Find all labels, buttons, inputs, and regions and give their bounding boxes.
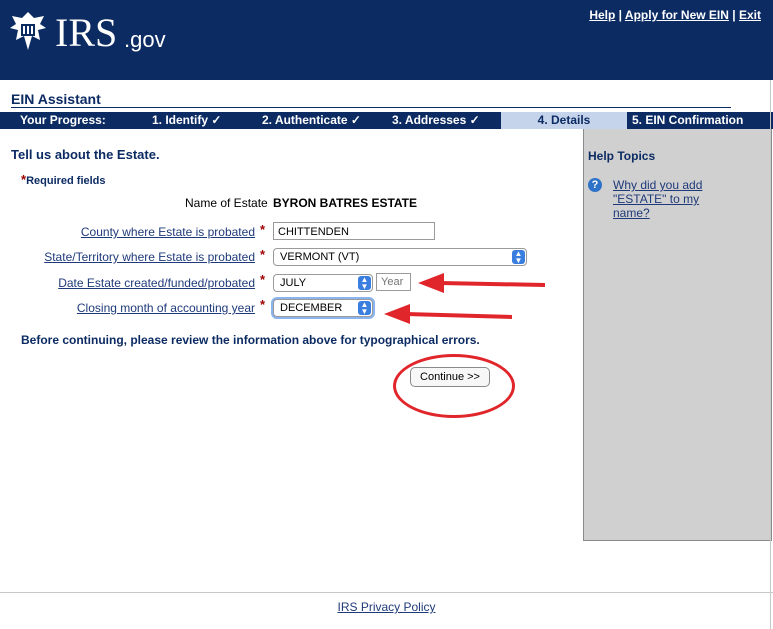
step-label: 1. Identify <box>152 113 209 127</box>
exit-link[interactable]: Exit <box>739 8 761 22</box>
closing-month-select-value: DECEMBER <box>280 302 343 314</box>
date-label-link[interactable]: Date Estate created/funded/probated <box>58 276 255 290</box>
month-select-value: JULY <box>280 277 307 289</box>
help-estate-link[interactable]: Why did you add "ESTATE" to my name? <box>613 178 733 220</box>
state-select-value: VERMONT (VT) <box>280 251 360 263</box>
progress-label: Your Progress: <box>20 113 106 127</box>
page-heading: Tell us about the Estate. <box>11 147 160 162</box>
select-arrows-icon: ▲ ▼ <box>358 301 371 316</box>
estate-name-label: Name of Estate <box>185 196 268 210</box>
apply-new-ein-link[interactable]: Apply for New EIN <box>625 8 729 22</box>
logo-irs-text: IRS <box>55 10 118 55</box>
progress-step-addresses: 3. Addresses ✓ <box>392 112 480 129</box>
closing-month-label-link[interactable]: Closing month of accounting year <box>77 301 255 315</box>
step-label: 2. Authenticate <box>262 113 348 127</box>
progress-step-authenticate: 2. Authenticate ✓ <box>262 112 361 129</box>
estate-name-value: BYRON BATRES ESTATE <box>273 196 418 210</box>
help-question-icon: ? <box>588 178 602 192</box>
continue-button[interactable]: Continue >> <box>410 367 490 387</box>
checkmark-icon: ✓ <box>350 113 361 127</box>
state-label-link[interactable]: State/Territory where Estate is probated <box>44 250 255 264</box>
county-label-link[interactable]: County where Estate is probated <box>81 225 255 239</box>
logo-gov-text: .gov <box>124 27 166 52</box>
required-star: * <box>260 247 266 262</box>
required-fields-text: Required fields <box>26 175 106 187</box>
required-star: * <box>260 297 266 312</box>
required-fields-note: *Required fields <box>21 172 106 187</box>
select-arrows-icon: ▲ ▼ <box>512 250 525 265</box>
progress-step-identify: 1. Identify ✓ <box>152 112 221 129</box>
required-star: * <box>260 222 266 237</box>
help-topics-title: Help Topics <box>588 149 656 163</box>
footer-divider <box>0 592 773 593</box>
help-link[interactable]: Help <box>589 8 615 22</box>
step-label: 3. Addresses <box>392 113 467 127</box>
select-arrows-icon: ▲ ▼ <box>358 276 371 291</box>
annotation-arrows-icon <box>384 273 546 324</box>
checkmark-icon: ✓ <box>211 113 222 127</box>
page-right-border <box>770 80 771 629</box>
month-select[interactable]: JULY ▲ ▼ <box>273 274 373 292</box>
privacy-policy-link[interactable]: IRS Privacy Policy <box>0 600 773 614</box>
app-title: EIN Assistant <box>11 91 101 107</box>
state-select[interactable]: VERMONT (VT) ▲ ▼ <box>273 248 527 266</box>
link-separator: | <box>618 8 623 22</box>
top-links: Help | Apply for New EIN | Exit <box>589 8 761 22</box>
irs-eagle-logo-icon <box>10 12 46 50</box>
county-input[interactable]: CHITTENDEN <box>273 222 435 240</box>
review-note: Before continuing, please review the inf… <box>21 333 480 347</box>
title-divider <box>11 107 731 108</box>
progress-step-ein-confirmation: 5. EIN Confirmation <box>632 113 744 127</box>
link-separator: | <box>732 8 736 22</box>
progress-step-details: 4. Details <box>501 112 627 129</box>
checkmark-icon: ✓ <box>469 113 480 127</box>
closing-month-select[interactable]: DECEMBER ▲ ▼ <box>273 299 373 317</box>
title-bar <box>0 80 773 113</box>
required-star: * <box>260 272 266 287</box>
